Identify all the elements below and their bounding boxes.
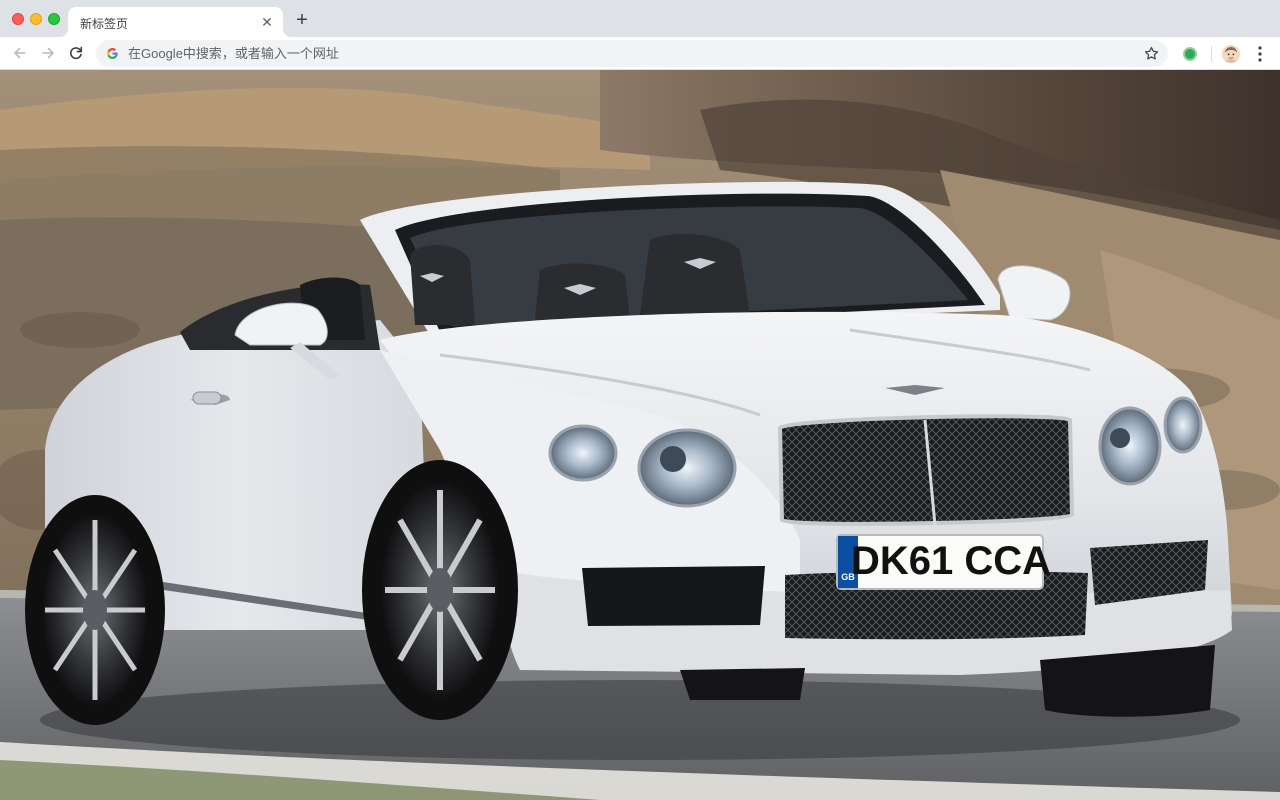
window-maximize-button[interactable] — [48, 13, 60, 25]
tab-strip: 新标签页 ✕ + — [0, 0, 1280, 37]
front-wheel — [362, 460, 518, 720]
forward-arrow-icon — [42, 47, 54, 59]
omnibox[interactable] — [96, 40, 1168, 67]
window-close-button[interactable] — [12, 13, 24, 25]
bentley-convertible-photo: GB DK61 CCA — [0, 70, 1280, 800]
google-g-icon — [107, 48, 118, 59]
toolbar-divider — [1211, 46, 1212, 62]
rear-wheel — [25, 495, 165, 725]
reload-icon — [69, 46, 83, 60]
bookmark-star-icon[interactable] — [1143, 45, 1160, 62]
profile-avatar-icon[interactable] — [1222, 45, 1240, 63]
extension-icon[interactable] — [1183, 47, 1197, 61]
reload-button[interactable] — [66, 43, 86, 63]
back-arrow-icon — [14, 47, 26, 59]
tab-new-tab[interactable]: 新标签页 ✕ — [68, 7, 283, 37]
browser-toolbar — [0, 37, 1280, 70]
new-tab-button[interactable]: + — [292, 10, 312, 30]
window-minimize-button[interactable] — [30, 13, 42, 25]
new-tab-wallpaper: GB DK61 CCA — [0, 70, 1280, 800]
back-button[interactable] — [10, 43, 30, 63]
license-plate: GB DK61 CCA — [836, 534, 1051, 590]
tab-close-icon[interactable]: ✕ — [259, 14, 275, 30]
omnibox-input[interactable] — [126, 40, 1106, 67]
tab-title: 新标签页 — [80, 17, 129, 31]
plate-number: DK61 CCA — [851, 539, 1051, 583]
more-menu-icon[interactable] — [1252, 44, 1268, 64]
forward-button[interactable] — [38, 43, 58, 63]
